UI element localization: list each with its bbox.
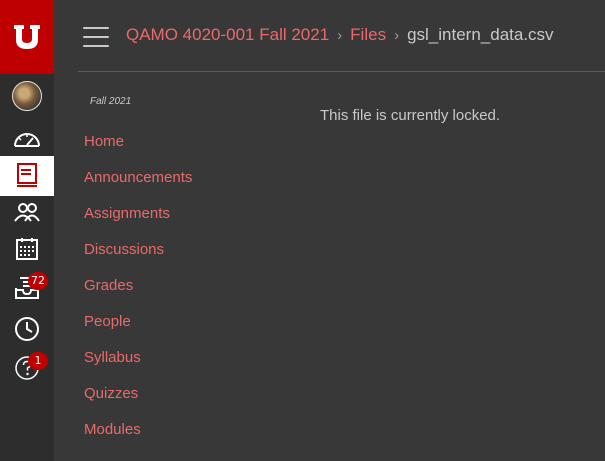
nav-history[interactable] <box>0 309 54 349</box>
course-nav: Fall 2021 Home Announcements Assignments… <box>84 90 284 448</box>
nav-account[interactable] <box>0 76 54 116</box>
nav-dashboard[interactable] <box>0 119 54 159</box>
dashboard-icon <box>14 133 40 147</box>
course-nav-modules[interactable]: Modules <box>84 412 284 448</box>
hamburger-menu-button[interactable] <box>83 27 109 47</box>
course-nav-announcements[interactable]: Announcements <box>84 160 284 196</box>
breadcrumb: QAMO 4020-001 Fall 2021 › Files › gsl_in… <box>126 22 554 48</box>
main-area: QAMO 4020-001 Fall 2021 › Files › gsl_in… <box>54 0 605 461</box>
course-nav-grades[interactable]: Grades <box>84 268 284 304</box>
course-nav-assignments[interactable]: Assignments <box>84 196 284 232</box>
course-nav-discussions[interactable]: Discussions <box>84 232 284 268</box>
global-nav: 72 1 <box>0 0 54 461</box>
breadcrumb-current-file: gsl_intern_data.csv <box>407 25 554 44</box>
inbox-badge: 72 <box>28 272 48 290</box>
breadcrumb-separator-icon: › <box>394 26 400 44</box>
history-icon <box>15 317 39 341</box>
course-nav-syllabus[interactable]: Syllabus <box>84 340 284 376</box>
course-nav-people[interactable]: People <box>84 304 284 340</box>
calendar-icon <box>16 238 38 260</box>
help-badge: 1 <box>28 352 48 370</box>
u-logo-icon <box>14 25 40 49</box>
nav-courses[interactable] <box>0 156 54 196</box>
breadcrumb-separator-icon: › <box>337 26 343 44</box>
nav-inbox[interactable] <box>0 268 54 308</box>
breadcrumb-course-link[interactable]: QAMO 4020-001 Fall 2021 <box>126 25 329 45</box>
file-locked-message: This file is currently locked. <box>320 107 501 124</box>
hamburger-line <box>83 27 109 29</box>
page-header: QAMO 4020-001 Fall 2021 › Files › gsl_in… <box>54 0 605 72</box>
courses-icon <box>17 163 37 187</box>
header-divider <box>78 71 605 72</box>
nav-calendar[interactable] <box>0 229 54 269</box>
breadcrumb-files-link[interactable]: Files <box>350 25 386 45</box>
hamburger-line <box>83 36 109 38</box>
nav-help[interactable] <box>0 348 54 388</box>
course-nav-quizzes[interactable]: Quizzes <box>84 376 284 412</box>
nav-groups[interactable] <box>0 193 54 233</box>
hamburger-line <box>83 45 109 47</box>
course-nav-home[interactable]: Home <box>84 124 284 160</box>
avatar <box>12 81 42 111</box>
university-logo[interactable] <box>0 0 54 74</box>
groups-icon <box>14 203 40 222</box>
course-term: Fall 2021 <box>90 96 132 107</box>
